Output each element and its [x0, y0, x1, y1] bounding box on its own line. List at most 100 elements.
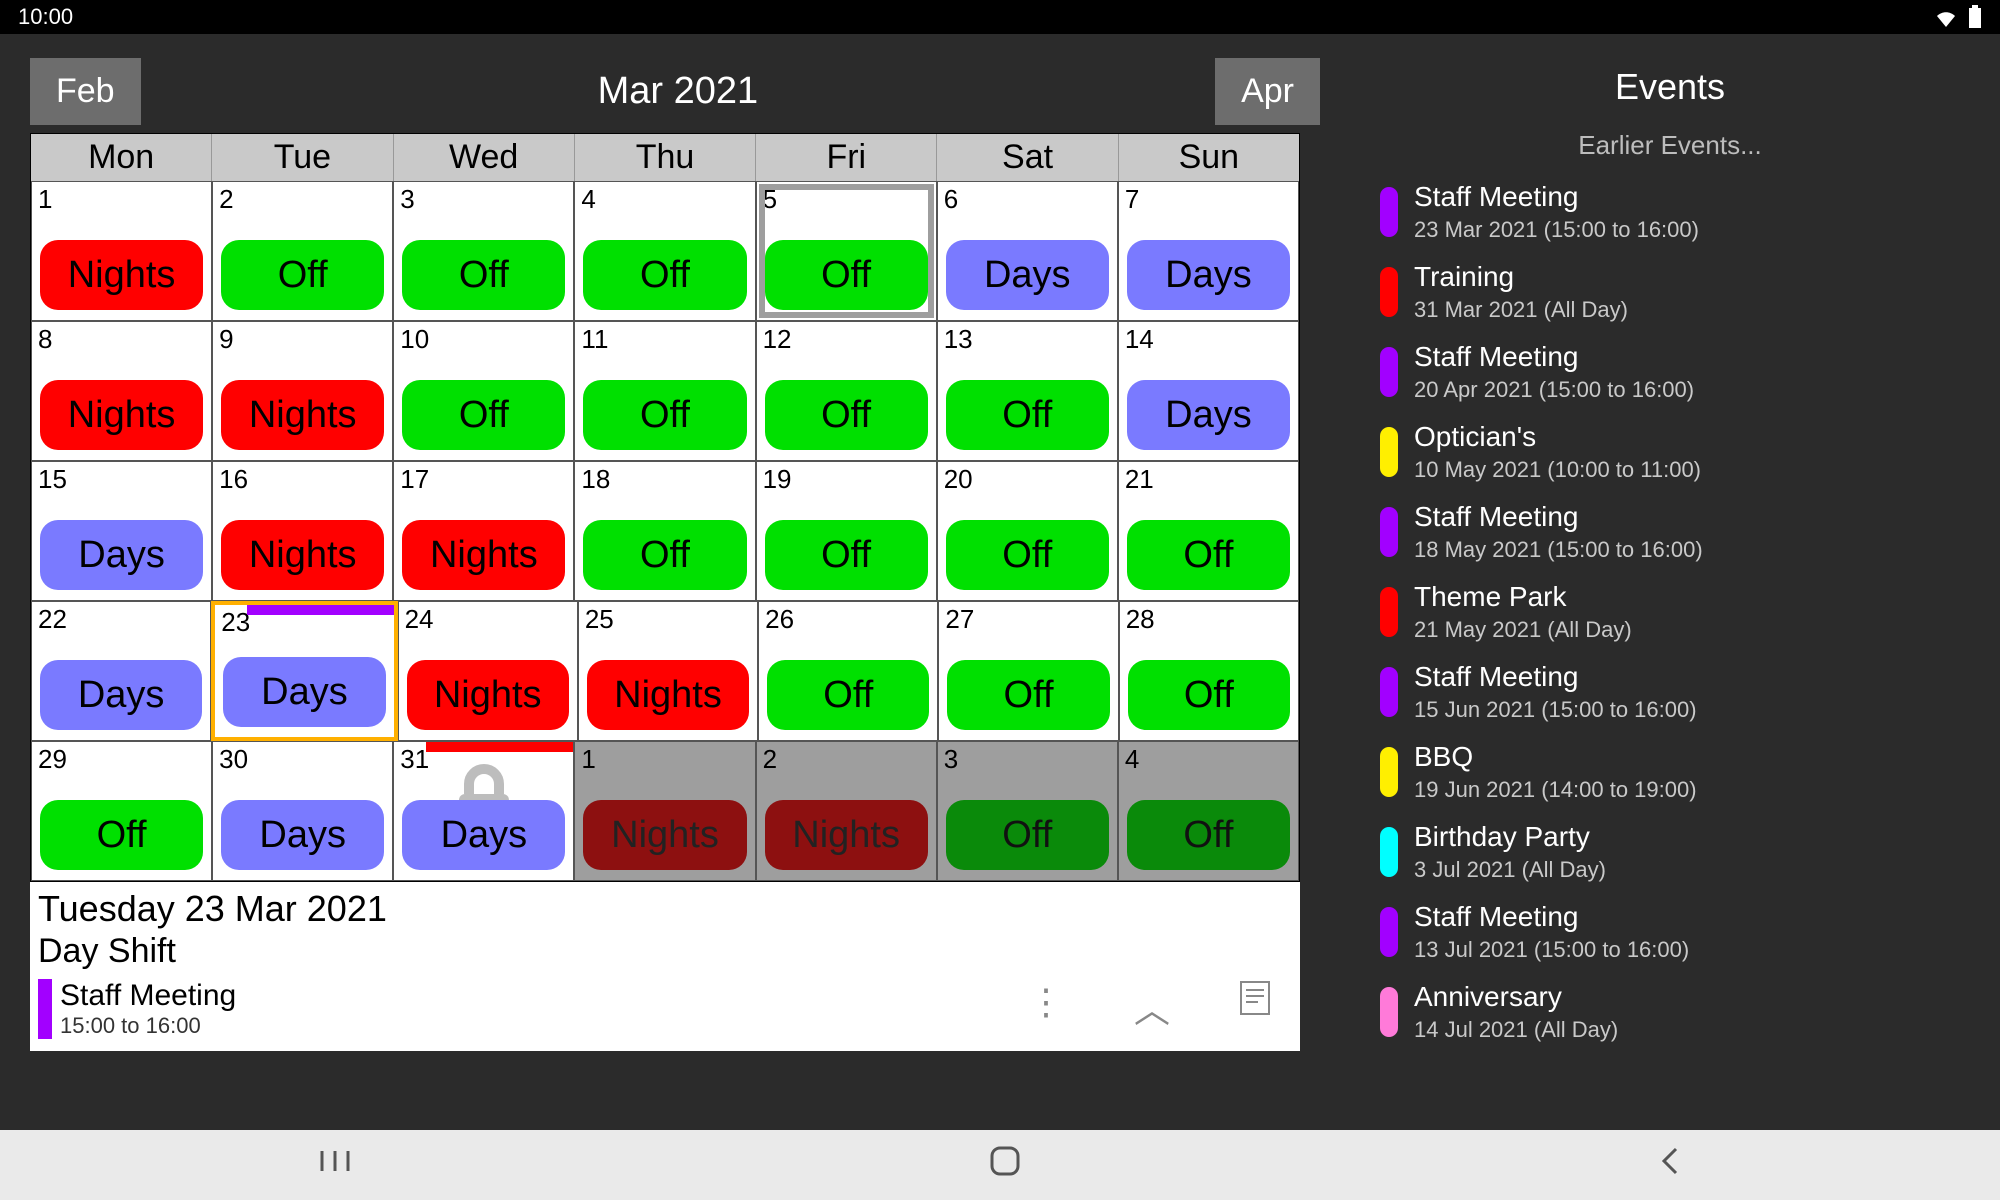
event-item[interactable]: Theme Park21 May 2021 (All Day) — [1380, 581, 1960, 643]
shift-badge: Nights — [587, 660, 749, 730]
events-pane: Events Earlier Events... Staff Meeting23… — [1320, 34, 2000, 1130]
event-subtitle: 31 Mar 2021 (All Day) — [1414, 297, 1628, 323]
shift-badge: Off — [765, 380, 928, 450]
event-item[interactable]: Staff Meeting20 Apr 2021 (15:00 to 16:00… — [1380, 341, 1960, 403]
event-color-chip — [1380, 747, 1398, 797]
detail-date: Tuesday 23 Mar 2021 — [38, 888, 1290, 930]
day-number: 6 — [944, 184, 958, 215]
calendar-cell[interactable]: 1Nights — [31, 181, 212, 321]
calendar-cell[interactable]: 19Off — [756, 461, 937, 601]
shift-badge: Days — [40, 520, 203, 590]
event-item[interactable]: Staff Meeting13 Jul 2021 (15:00 to 16:00… — [1380, 901, 1960, 963]
calendar-cell[interactable]: 8Nights — [31, 321, 212, 461]
shift-badge: Nights — [402, 520, 565, 590]
calendar-cell[interactable]: 17Nights — [393, 461, 574, 601]
earlier-events-link[interactable]: Earlier Events... — [1380, 130, 1960, 161]
event-item[interactable]: Anniversary14 Jul 2021 (All Day) — [1380, 981, 1960, 1043]
event-color-chip — [1380, 507, 1398, 557]
calendar-cell[interactable]: 25Nights — [578, 601, 758, 741]
day-number: 5 — [763, 184, 777, 215]
day-number: 29 — [38, 744, 67, 775]
day-number: 10 — [400, 324, 429, 355]
calendar-cell[interactable]: 18Off — [574, 461, 755, 601]
calendar-cell[interactable]: 4Off — [574, 181, 755, 321]
calendar: MonTueWedThuFriSatSun 1Nights2Off3Off4Of… — [30, 133, 1300, 882]
shift-badge: Off — [1128, 660, 1290, 730]
event-color-chip — [1380, 267, 1398, 317]
event-title: Staff Meeting — [1414, 341, 1694, 373]
calendar-cell[interactable]: 2Nights — [756, 741, 937, 881]
event-item[interactable]: BBQ19 Jun 2021 (14:00 to 19:00) — [1380, 741, 1960, 803]
calendar-cell[interactable]: 4Off — [1118, 741, 1299, 881]
event-item[interactable]: Optician's10 May 2021 (10:00 to 11:00) — [1380, 421, 1960, 483]
event-bar — [247, 605, 393, 615]
calendar-cell[interactable]: 20Off — [937, 461, 1118, 601]
shift-badge: Nights — [765, 800, 928, 870]
calendar-cell[interactable]: 9Nights — [212, 321, 393, 461]
event-color-chip — [1380, 347, 1398, 397]
shift-badge: Days — [1127, 380, 1290, 450]
calendar-cell[interactable]: 7Days — [1118, 181, 1299, 321]
event-item[interactable]: Birthday Party3 Jul 2021 (All Day) — [1380, 821, 1960, 883]
shift-badge: Off — [402, 240, 565, 310]
calendar-cell[interactable]: 10Off — [393, 321, 574, 461]
day-number: 4 — [1125, 744, 1139, 775]
status-bar: 10:00 — [0, 0, 2000, 34]
shift-badge: Off — [765, 240, 928, 310]
calendar-cell[interactable]: 28 Off — [1119, 601, 1299, 741]
shift-badge: Off — [947, 660, 1109, 730]
calendar-cell[interactable]: 11Off — [574, 321, 755, 461]
calendar-cell[interactable]: 31Days — [393, 741, 574, 881]
day-number: 2 — [219, 184, 233, 215]
calendar-cell[interactable]: 29Off — [31, 741, 212, 881]
detail-shift: Day Shift — [38, 932, 1290, 971]
calendar-cell[interactable]: 24Nights — [398, 601, 578, 741]
prev-month-button[interactable]: Feb — [30, 58, 141, 125]
shift-badge: Days — [221, 800, 384, 870]
calendar-cell[interactable]: 15Days — [31, 461, 212, 601]
calendar-cell[interactable]: 2Off — [212, 181, 393, 321]
event-item[interactable]: Staff Meeting23 Mar 2021 (15:00 to 16:00… — [1380, 181, 1960, 243]
event-color-chip — [1380, 987, 1398, 1037]
event-title: Optician's — [1414, 421, 1701, 453]
weekday-header: Thu — [575, 134, 756, 181]
day-number: 28 — [1126, 604, 1155, 635]
weekday-header: Tue — [212, 134, 393, 181]
calendar-cell[interactable]: 30Days — [212, 741, 393, 881]
event-item[interactable]: Training31 Mar 2021 (All Day) — [1380, 261, 1960, 323]
shift-badge: Off — [767, 660, 929, 730]
back-button[interactable] — [1658, 1145, 1682, 1185]
calendar-cell[interactable]: 23Days — [211, 601, 397, 741]
next-month-button[interactable]: Apr — [1215, 58, 1320, 125]
event-item[interactable]: Staff Meeting15 Jun 2021 (15:00 to 16:00… — [1380, 661, 1960, 723]
month-title: Mar 2021 — [141, 70, 1215, 113]
calendar-cell[interactable]: 5 Off — [756, 181, 937, 321]
calendar-cell[interactable]: 3Off — [937, 741, 1118, 881]
calendar-body: 1Nights2Off3Off4Off5Off6Days7Days8Nights… — [31, 181, 1299, 881]
event-color-chip — [38, 979, 52, 1039]
recents-button[interactable] — [318, 1147, 352, 1183]
calendar-cell[interactable]: 1Nights — [574, 741, 755, 881]
calendar-cell[interactable]: 21Off — [1118, 461, 1299, 601]
note-icon[interactable] — [1240, 981, 1270, 1033]
home-button[interactable] — [989, 1145, 1021, 1185]
collapse-icon[interactable]: ︿ — [1134, 981, 1170, 1033]
event-subtitle: 3 Jul 2021 (All Day) — [1414, 857, 1606, 883]
calendar-cell[interactable]: 6Days — [937, 181, 1118, 321]
event-color-chip — [1380, 587, 1398, 637]
shift-badge: Off — [583, 240, 746, 310]
day-number: 1 — [581, 744, 595, 775]
calendar-cell[interactable]: 22Days — [31, 601, 211, 741]
day-number: 1 — [38, 184, 52, 215]
calendar-cell[interactable]: 27Off — [938, 601, 1118, 741]
calendar-cell[interactable]: 14Days — [1118, 321, 1299, 461]
more-icon[interactable]: ⋮ — [1028, 981, 1064, 1033]
calendar-cell[interactable]: 26Off — [758, 601, 938, 741]
event-item[interactable]: Staff Meeting18 May 2021 (15:00 to 16:00… — [1380, 501, 1960, 563]
calendar-cell[interactable]: 16Nights — [212, 461, 393, 601]
day-number: 3 — [400, 184, 414, 215]
calendar-cell[interactable]: 12Off — [756, 321, 937, 461]
event-subtitle: 15 Jun 2021 (15:00 to 16:00) — [1414, 697, 1697, 723]
calendar-cell[interactable]: 3 Off — [393, 181, 574, 321]
calendar-cell[interactable]: 13Off — [937, 321, 1118, 461]
